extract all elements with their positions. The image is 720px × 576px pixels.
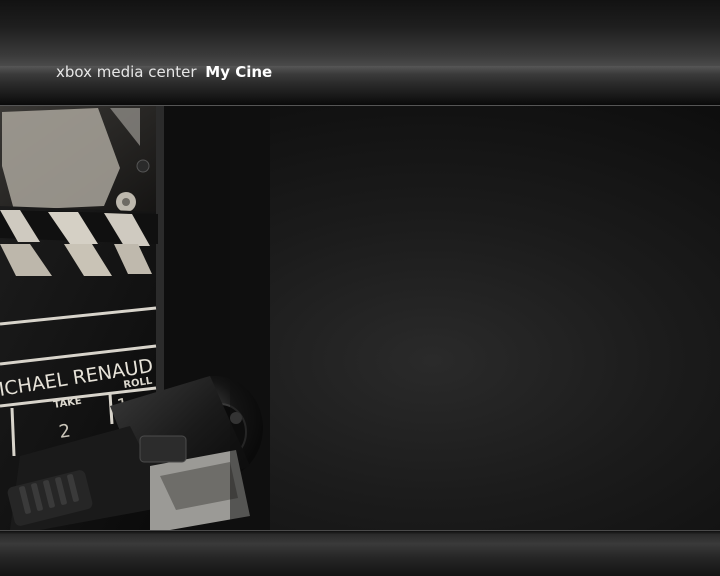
- main-area: ICHAEL RENAUD TAKE ROLL 2 1: [0, 106, 720, 530]
- header-bar: xbox media center My Cine: [0, 0, 720, 106]
- page-title: xbox media center My Cine: [56, 63, 272, 81]
- film-reel-icon: [0, 106, 160, 216]
- xbmc-screen: xbox media center My Cine ICHAEL RENAUD …: [0, 0, 720, 576]
- footer-bar: [0, 530, 720, 576]
- clapperboard-camera-photo: ICHAEL RENAUD TAKE ROLL 2 1: [0, 106, 270, 530]
- section-title: My Cine: [205, 63, 273, 81]
- brand-label: xbox media center: [56, 63, 197, 81]
